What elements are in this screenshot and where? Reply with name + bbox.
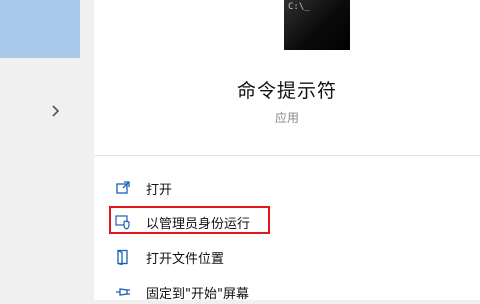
menu-item-label: 固定到"开始"屏幕: [146, 286, 249, 302]
pin-icon: [114, 283, 132, 301]
file-location-icon: [114, 248, 132, 266]
menu-item-pin-to-start[interactable]: 固定到"开始"屏幕: [114, 280, 414, 304]
app-type: 应用: [274, 111, 299, 125]
chevron-right-icon[interactable]: [46, 102, 64, 120]
menu-item-label: 打开文件位置: [146, 251, 225, 267]
left-results-pane: [0, 58, 80, 300]
divider: [94, 155, 480, 156]
menu-item-open[interactable]: 打开: [114, 176, 414, 200]
annotation-highlight-box: [109, 206, 270, 234]
app-title: 命令提示符: [236, 80, 337, 102]
command-prompt-icon: C:\_: [284, 0, 350, 50]
selected-search-result[interactable]: [0, 0, 80, 58]
menu-item-open-file-location[interactable]: 打开文件位置: [114, 245, 414, 269]
details-pane: C:\_ 命令提示符 应用 打开 以管理员身份运行 打开文件位置 固定到"开始"…: [94, 0, 480, 302]
open-icon: [114, 179, 132, 197]
menu-item-label: 打开: [146, 182, 173, 198]
